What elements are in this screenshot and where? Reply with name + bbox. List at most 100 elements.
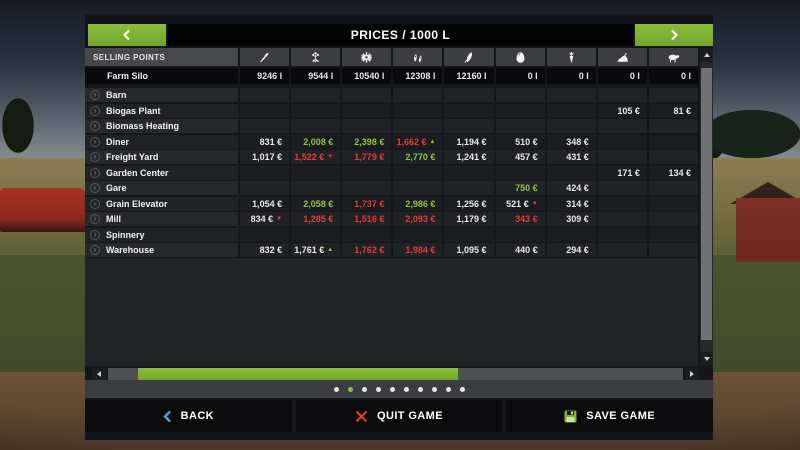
- price-cell: [444, 228, 493, 242]
- table-row[interactable]: ›Garden Center171 €134 €: [85, 166, 698, 180]
- horizontal-scroll-track[interactable]: [108, 368, 683, 380]
- price-cell: [393, 228, 442, 242]
- back-button[interactable]: BACK: [85, 400, 292, 432]
- table-row[interactable]: ›Diner831 €2,008 €2,398 €1,662 €▲1,194 €…: [85, 135, 698, 149]
- price-cell: [291, 88, 340, 102]
- silo-amount: 0 l: [528, 71, 538, 81]
- expand-row-icon[interactable]: ›: [90, 183, 100, 193]
- price-cell: 81 €: [649, 104, 698, 118]
- price-cell: [393, 104, 442, 118]
- selling-point-name-cell[interactable]: ›Freight Yard: [85, 150, 238, 164]
- table-row[interactable]: ›Biomass Heating: [85, 119, 698, 133]
- price-cell: 831 €: [240, 135, 289, 149]
- save-label: SAVE GAME: [586, 410, 655, 422]
- next-page-button[interactable]: [635, 24, 713, 46]
- expand-row-icon[interactable]: ›: [90, 214, 100, 224]
- page-dot: [362, 387, 367, 392]
- price-cell: 2,058 €: [291, 197, 340, 211]
- price-value: 314 €: [566, 199, 589, 209]
- horizontal-scrollbar[interactable]: [85, 368, 713, 380]
- arrow-down-icon: [704, 357, 710, 361]
- expand-row-icon[interactable]: ›: [90, 168, 100, 178]
- selling-point-name-cell[interactable]: ›Barn: [85, 88, 238, 102]
- selling-point-name-cell[interactable]: › Gare: [85, 181, 238, 195]
- table-row[interactable]: ›Freight Yard1,017 €1,522 €▼1,779 €2,770…: [85, 150, 698, 164]
- page-dot: [418, 387, 423, 392]
- price-cell: [598, 212, 647, 226]
- scroll-left-button[interactable]: [92, 368, 106, 380]
- silo-amount-cell: 0 l: [496, 68, 545, 84]
- selling-point-name-cell[interactable]: › Garden Center: [85, 166, 238, 180]
- expand-row-icon[interactable]: ›: [90, 152, 100, 162]
- selling-point-name: Mill: [106, 214, 121, 224]
- vertical-scrollbar[interactable]: [700, 48, 713, 366]
- table-row[interactable]: ›Biogas Plant105 €81 €: [85, 104, 698, 118]
- silo-amount-cell: 12160 l: [444, 68, 493, 84]
- price-cell: 1,522 €▼: [291, 150, 340, 164]
- selling-point-name-cell[interactable]: ›Grain Elevator: [85, 197, 238, 211]
- price-cell: [547, 104, 596, 118]
- silo-amount-cell: 0 l: [598, 68, 647, 84]
- price-cell: 1,984 €: [393, 243, 442, 257]
- scroll-up-button[interactable]: [700, 48, 713, 62]
- price-cell: 294 €: [547, 243, 596, 257]
- price-value: 171 €: [617, 168, 640, 178]
- chevron-left-icon: [122, 29, 132, 41]
- table-row[interactable]: ›Grain Elevator1,054 €2,058 €1,737 €2,98…: [85, 197, 698, 211]
- price-value: 1,779 €: [354, 152, 384, 162]
- price-value: 343 €: [515, 214, 538, 224]
- silo-amount: 0 l: [681, 71, 691, 81]
- price-cell: [342, 88, 391, 102]
- expand-row-icon[interactable]: ›: [90, 106, 100, 116]
- selling-point-name: Garden Center: [106, 168, 169, 178]
- price-cell: [496, 88, 545, 102]
- dialog-header: PRICES / 1000 L: [85, 24, 713, 46]
- prev-page-button[interactable]: [88, 24, 166, 46]
- column-header-sunflower-icon: [342, 48, 391, 66]
- arrow-left-icon: [97, 371, 101, 377]
- selling-point-name-cell[interactable]: › Mill: [85, 212, 238, 226]
- expand-row-icon[interactable]: ›: [90, 90, 100, 100]
- price-value: 1,194 €: [457, 137, 487, 147]
- price-value: 1,662 €: [396, 137, 426, 147]
- price-cell: 1,054 €: [240, 197, 289, 211]
- expand-row-icon[interactable]: ›: [90, 230, 100, 240]
- selling-point-name-cell[interactable]: ›Spinnery: [85, 228, 238, 242]
- price-value: 521 €: [506, 199, 529, 209]
- vertical-scroll-thumb[interactable]: [701, 68, 712, 340]
- price-value: 2,986 €: [405, 199, 435, 209]
- selling-point-name-cell[interactable]: › Biogas Plant: [85, 104, 238, 118]
- price-cell: [342, 119, 391, 133]
- table-row[interactable]: ›Gare750 €424 €: [85, 181, 698, 195]
- table-row[interactable]: ›Warehouse832 €1,761 €▲1,762 €1,984 €1,0…: [85, 243, 698, 257]
- expand-row-icon[interactable]: ›: [90, 137, 100, 147]
- table-row[interactable]: ›Barn: [85, 88, 698, 102]
- selling-point-name: Biogas Plant: [106, 106, 161, 116]
- price-cell: [342, 104, 391, 118]
- selling-point-name-cell: Farm Silo: [85, 68, 238, 84]
- selling-point-name-cell[interactable]: ›Biomass Heating: [85, 119, 238, 133]
- save-game-button[interactable]: SAVE GAME: [506, 400, 713, 432]
- quit-game-button[interactable]: QUIT GAME: [296, 400, 503, 432]
- price-value: 348 €: [566, 137, 589, 147]
- price-cell: [598, 228, 647, 242]
- selling-point-name: Gare: [106, 183, 127, 193]
- expand-row-icon[interactable]: ›: [90, 245, 100, 255]
- table-row[interactable]: ›Spinnery: [85, 228, 698, 242]
- column-header-row: SELLING POINTS: [85, 48, 698, 66]
- expand-row-icon[interactable]: ›: [90, 199, 100, 209]
- scroll-down-button[interactable]: [700, 352, 713, 366]
- page-dot: [446, 387, 451, 392]
- scroll-right-button[interactable]: [685, 368, 699, 380]
- price-cell: 2,770 €: [393, 150, 442, 164]
- expand-row-icon[interactable]: ›: [90, 121, 100, 131]
- selling-point-name-cell[interactable]: ›Warehouse: [85, 243, 238, 257]
- price-cell: 440 €: [496, 243, 545, 257]
- quit-x-icon: [355, 410, 368, 423]
- page-dot: [390, 387, 395, 392]
- horizontal-scroll-thumb[interactable]: [138, 368, 458, 380]
- selling-point-name-cell[interactable]: ›Diner: [85, 135, 238, 149]
- price-cell: 1,285 €: [291, 212, 340, 226]
- table-row[interactable]: ›Mill834 €▼1,285 €1,516 €2,093 €1,179 €3…: [85, 212, 698, 226]
- price-cell: 2,093 €: [393, 212, 442, 226]
